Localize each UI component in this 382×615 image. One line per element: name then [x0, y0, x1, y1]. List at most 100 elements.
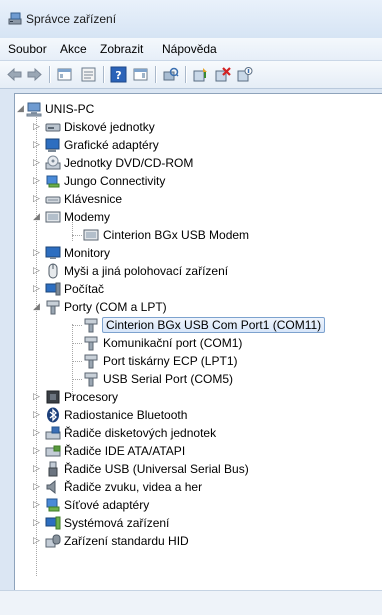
expand-icon[interactable]: ▷ — [33, 500, 42, 509]
tree-line — [72, 235, 82, 236]
menu-bar: Soubor Akce Zobrazit Nápověda — [0, 38, 382, 61]
network-adapter-icon — [46, 498, 60, 512]
expand-icon[interactable]: ▷ — [33, 482, 42, 491]
expand-icon[interactable]: ▷ — [33, 446, 42, 455]
tree-item-mice[interactable]: ▷ Myši a jiná polohovací zařízení — [33, 262, 373, 280]
tree-item-modems[interactable]: ◢ Modemy — [33, 208, 373, 226]
expand-icon[interactable]: ▷ — [33, 158, 42, 167]
system-device-icon — [45, 516, 61, 530]
toolbar-separator — [49, 66, 50, 83]
collapse-icon[interactable]: ◢ — [33, 212, 42, 221]
tree-item-dvd[interactable]: ▷ Jednotky DVD/CD-ROM — [33, 154, 373, 172]
tree-item-bluetooth[interactable]: ▷ Radiostanice Bluetooth — [33, 406, 373, 424]
expand-icon[interactable]: ▷ — [33, 122, 42, 131]
monitor-icon — [45, 246, 61, 259]
window-title: Správce zařízení — [26, 12, 117, 26]
expand-icon[interactable]: ▷ — [33, 518, 42, 527]
tree-item-modem-child[interactable]: Cinterion BGx USB Modem — [69, 226, 369, 244]
tree-label: Síťové adaptéry — [64, 498, 150, 512]
tree-item-keyboards[interactable]: ▷ Klávesnice — [33, 190, 373, 208]
menu-action[interactable]: Akce — [60, 42, 87, 56]
tree-label: Řadiče zvuku, videa a her — [64, 480, 203, 494]
tree-label: Jednotky DVD/CD-ROM — [64, 156, 194, 170]
tree-item-hid[interactable]: ▷ Zařízení standardu HID — [33, 532, 373, 550]
tree-label: Řadiče USB (Universal Serial Bus) — [64, 462, 249, 476]
modem-icon — [45, 211, 61, 223]
show-action-pane-icon[interactable] — [132, 66, 149, 83]
expand-icon[interactable]: ▷ — [33, 248, 42, 257]
menu-help[interactable]: Nápověda — [162, 42, 217, 56]
uninstall-icon[interactable] — [214, 66, 231, 83]
dvd-drive-icon — [45, 155, 61, 170]
toolbar-separator — [155, 66, 156, 83]
tree-item-sound[interactable]: ▷ Řadiče zvuku, videa a her — [33, 478, 373, 496]
port-icon — [46, 300, 60, 315]
collapse-icon[interactable]: ◢ — [33, 302, 42, 311]
floppy-controller-icon — [45, 426, 61, 440]
tree-item-jungo[interactable]: ▷ Jungo Connectivity — [33, 172, 373, 190]
status-bar — [0, 590, 382, 615]
svg-text:?: ? — [115, 69, 121, 82]
tree-item-port-com5[interactable]: USB Serial Port (COM5) — [69, 370, 369, 388]
update-driver-icon[interactable] — [192, 66, 209, 83]
tree-item-monitors[interactable]: ▷ Monitory — [33, 244, 373, 262]
forward-arrow-icon[interactable] — [26, 66, 43, 83]
properties-icon[interactable] — [80, 66, 97, 83]
expand-icon[interactable]: ▷ — [33, 428, 42, 437]
bluetooth-icon — [47, 407, 59, 423]
expand-icon[interactable]: ▷ — [33, 284, 42, 293]
tree-root[interactable]: ◢ UNIS-PC — [15, 100, 375, 118]
tree-label: Řadiče IDE ATA/ATAPI — [64, 444, 186, 458]
show-hide-console-tree-icon[interactable] — [56, 66, 73, 83]
tree-label: Myši a jiná polohovací zařízení — [64, 264, 229, 278]
tree-item-usb[interactable]: ▷ Řadiče USB (Universal Serial Bus) — [33, 460, 373, 478]
expand-icon[interactable]: ▷ — [33, 176, 42, 185]
menu-file[interactable]: Soubor — [8, 42, 47, 56]
tree-item-network[interactable]: ▷ Síťové adaptéry — [33, 496, 373, 514]
device-manager-icon — [8, 12, 22, 25]
tree-item-computer[interactable]: ▷ Počítač — [33, 280, 373, 298]
back-arrow-icon[interactable] — [6, 66, 23, 83]
help-icon[interactable]: ? — [110, 66, 127, 83]
tree-item-ide[interactable]: ▷ Řadiče IDE ATA/ATAPI — [33, 442, 373, 460]
tree-item-ports[interactable]: ◢ Porty (COM a LPT) — [33, 298, 373, 316]
tree-item-disks[interactable]: ▷ Diskové jednotky — [33, 118, 373, 136]
tree-label: Diskové jednotky — [64, 120, 155, 134]
tree-item-display[interactable]: ▷ Grafické adaptéry — [33, 136, 373, 154]
tree-item-port-com11[interactable]: Cinterion BGx USB Com Port1 (COM11) — [69, 316, 369, 334]
scan-hardware-changes-icon[interactable] — [162, 66, 179, 83]
menu-view[interactable]: Zobrazit — [100, 42, 143, 56]
tree-item-port-com1[interactable]: Komunikační port (COM1) — [69, 334, 369, 352]
speaker-icon — [46, 479, 56, 495]
toolbar-separator — [103, 66, 104, 83]
tree-item-processors[interactable]: ▷ Procesory — [33, 388, 373, 406]
tree-label: Jungo Connectivity — [64, 174, 166, 188]
title-bar: Správce zařízení — [0, 0, 382, 38]
tree-label: Procesory — [64, 390, 119, 404]
tree-label: Radiostanice Bluetooth — [64, 408, 188, 422]
display-adapter-icon — [45, 138, 60, 152]
expand-icon[interactable]: ▷ — [33, 464, 42, 473]
collapse-icon[interactable]: ◢ — [17, 104, 26, 113]
tree-label: USB Serial Port (COM5) — [103, 372, 234, 386]
tree-line — [72, 343, 82, 344]
mouse-icon — [48, 263, 58, 279]
expand-icon[interactable]: ▷ — [33, 266, 42, 275]
expand-icon[interactable]: ▷ — [33, 194, 42, 203]
port-icon — [84, 318, 98, 333]
disable-device-icon[interactable] — [236, 66, 253, 83]
expand-icon[interactable]: ▷ — [33, 410, 42, 419]
port-icon — [84, 354, 98, 369]
toolbar: ? — [0, 61, 382, 89]
tree-item-floppy[interactable]: ▷ Řadiče disketových jednotek — [33, 424, 373, 442]
tree-item-port-lpt1[interactable]: Port tiskárny ECP (LPT1) — [69, 352, 369, 370]
expand-icon[interactable]: ▷ — [33, 140, 42, 149]
tree-item-system[interactable]: ▷ Systémová zařízení — [33, 514, 373, 532]
expand-icon[interactable]: ▷ — [33, 536, 42, 545]
disk-drive-icon — [45, 123, 61, 132]
device-tree[interactable]: ◢ UNIS-PC ▷ Diskové jednotky ▷ Grafické … — [14, 93, 382, 591]
expand-icon[interactable]: ▷ — [33, 392, 42, 401]
hid-device-icon — [45, 534, 61, 548]
tree-line — [72, 361, 82, 362]
processor-icon — [46, 390, 60, 404]
